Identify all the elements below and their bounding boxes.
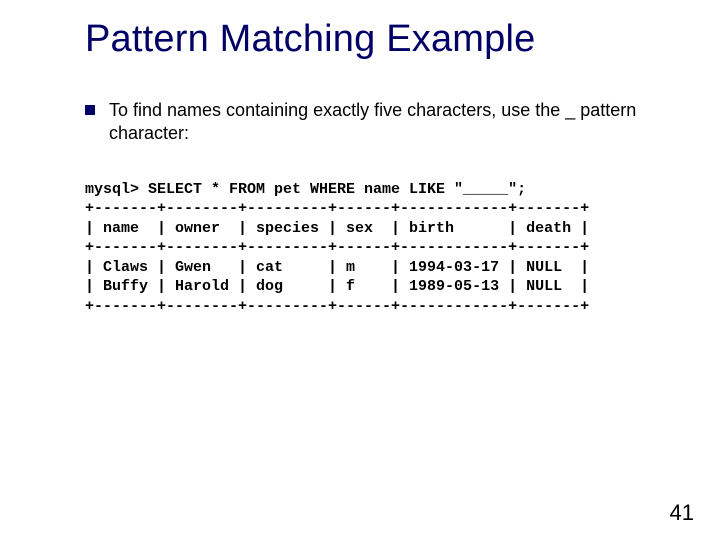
sql-block: mysql> SELECT * FROM pet WHERE name LIKE… xyxy=(85,160,665,336)
sql-divider: +-------+--------+---------+------+-----… xyxy=(85,200,589,217)
slide: Pattern Matching Example To find names c… xyxy=(0,0,720,540)
table-row: | Buffy | Harold | dog | f | 1989-05-13 … xyxy=(85,278,589,295)
table-row: | Claws | Gwen | cat | m | 1994-03-17 | … xyxy=(85,259,589,276)
sql-divider: +-------+--------+---------+------+-----… xyxy=(85,239,589,256)
sql-divider: +-------+--------+---------+------+-----… xyxy=(85,298,589,315)
sql-header: | name | owner | species | sex | birth |… xyxy=(85,220,589,237)
bullet-item: To find names containing exactly five ch… xyxy=(85,99,665,144)
page-number: 41 xyxy=(670,500,694,526)
sql-prompt: mysql> SELECT * FROM pet WHERE name LIKE… xyxy=(85,181,526,198)
bullet-list: To find names containing exactly five ch… xyxy=(85,99,665,144)
page-title: Pattern Matching Example xyxy=(85,18,665,61)
